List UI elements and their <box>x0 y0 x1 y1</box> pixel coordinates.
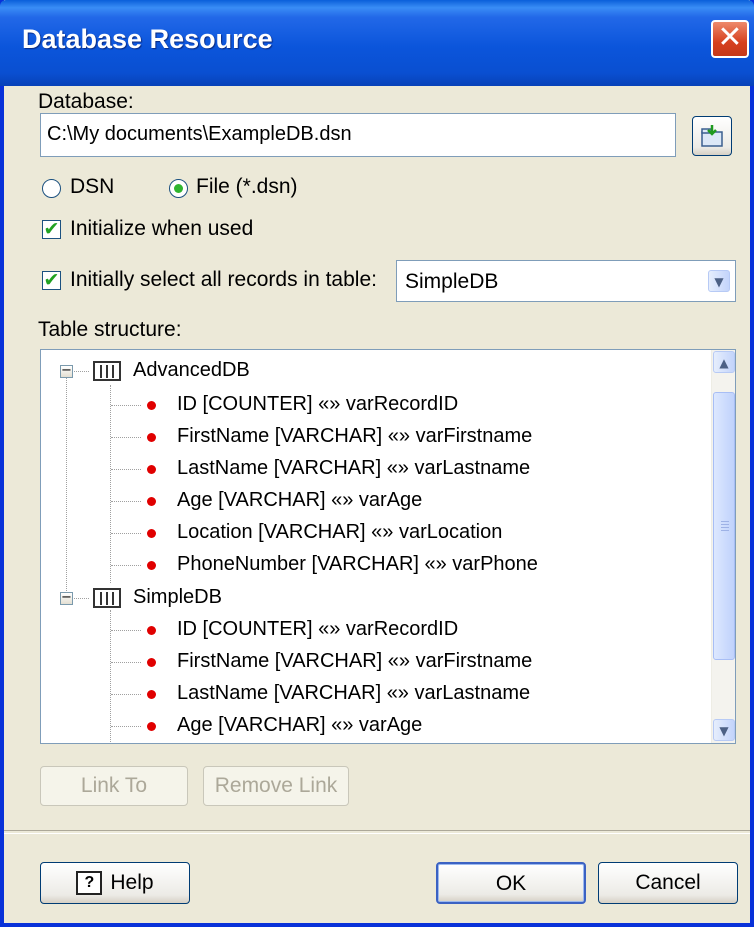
help-button-label: Help <box>110 871 154 894</box>
radio-selected-dot <box>174 184 183 193</box>
chevron-down-icon[interactable]: ▼ <box>708 270 730 292</box>
checkmark-icon: ✔ <box>43 269 60 291</box>
tree-guide-line <box>111 533 141 534</box>
collapse-simpledb-icon[interactable]: − <box>60 591 73 605</box>
tree-guide-line <box>111 469 141 470</box>
close-icon: ✕ <box>717 20 743 55</box>
tree-guide-line <box>71 371 89 372</box>
question-mark-icon: ? <box>76 871 103 896</box>
scrollbar-thumb[interactable] <box>713 392 735 660</box>
initially-select-label: Initially select all records in table: <box>70 268 377 291</box>
field-bullet-icon <box>147 401 156 410</box>
field-bullet-icon <box>147 561 156 570</box>
tree-field[interactable]: LastName [VARCHAR] «» varLastname <box>177 457 530 480</box>
field-bullet-icon <box>147 690 156 699</box>
file-radio-label: File (*.dsn) <box>196 175 298 198</box>
title-bar[interactable]: Database Resource ✕ <box>0 0 754 86</box>
initialize-checkbox[interactable]: ✔ <box>42 218 61 240</box>
file-radio[interactable] <box>169 179 188 198</box>
tree-guide-line <box>111 694 141 695</box>
tree-field[interactable]: ID [COUNTER] «» varRecordID <box>177 618 458 641</box>
scroll-down-icon[interactable]: ▼ <box>713 719 735 741</box>
field-bullet-icon <box>147 658 156 667</box>
database-path-input[interactable]: C:\My documents\ExampleDB.dsn <box>40 113 676 157</box>
database-path-value: C:\My documents\ExampleDB.dsn <box>47 123 352 145</box>
tree-guide-line <box>111 630 141 631</box>
tree-vertical-scrollbar[interactable]: ▲ ▼ <box>711 350 735 743</box>
initially-select-checkbox[interactable]: ✔ <box>42 269 61 291</box>
tree-field[interactable]: ID [COUNTER] «» varRecordID <box>177 393 458 416</box>
tree-field[interactable]: PhoneNumber [VARCHAR] «» varPhone <box>177 553 538 576</box>
tree-guide-line <box>111 501 141 502</box>
tree-guide-line <box>111 726 141 727</box>
open-folder-icon <box>701 125 723 147</box>
field-bullet-icon <box>147 465 156 474</box>
table-icon <box>93 588 121 608</box>
help-button[interactable]: ? Help <box>40 862 190 904</box>
tree-field[interactable]: FirstName [VARCHAR] «» varFirstname <box>177 425 532 448</box>
browse-button[interactable] <box>692 116 732 156</box>
tree-field[interactable]: Age [VARCHAR] «» varAge <box>177 489 422 512</box>
field-bullet-icon <box>147 722 156 731</box>
tree-field[interactable]: FirstName [VARCHAR] «» varFirstname <box>177 650 532 673</box>
window-title: Database Resource <box>22 24 273 54</box>
collapse-advanceddb-icon[interactable]: − <box>60 364 73 378</box>
tree-guide-line <box>66 377 67 597</box>
scroll-up-icon[interactable]: ▲ <box>713 351 735 373</box>
tree-field[interactable]: LastName [VARCHAR] «» varLastname <box>177 682 530 705</box>
table-structure-tree[interactable]: − AdvancedDB ID [COUNTER] «» varRecordID… <box>40 349 736 744</box>
tree-guide-line <box>111 662 141 663</box>
dsn-radio-label: DSN <box>70 175 115 198</box>
tree-guide-line <box>71 598 89 599</box>
field-bullet-icon <box>147 433 156 442</box>
tree-guide-line <box>111 437 141 438</box>
table-select-dropdown[interactable]: SimpleDB ▼ <box>396 260 736 302</box>
database-label: Database: <box>38 90 134 113</box>
link-to-button[interactable]: Link To <box>40 766 188 806</box>
tree-table-simpledb[interactable]: SimpleDB <box>133 586 222 609</box>
field-bullet-icon <box>147 626 156 635</box>
database-resource-dialog: Database Resource ✕ Database: C:\My docu… <box>0 0 754 927</box>
table-icon <box>93 361 121 381</box>
ok-button[interactable]: OK <box>436 862 586 904</box>
close-button[interactable]: ✕ <box>711 20 749 58</box>
separator <box>4 830 750 834</box>
checkmark-icon: ✔ <box>43 218 60 240</box>
tree-table-advanceddb[interactable]: AdvancedDB <box>133 359 250 382</box>
tree-field[interactable]: Location [VARCHAR] «» varLocation <box>177 521 502 544</box>
field-bullet-icon <box>147 529 156 538</box>
tree-field[interactable]: Age [VARCHAR] «» varAge <box>177 714 422 737</box>
table-structure-label: Table structure: <box>38 318 182 341</box>
cancel-button[interactable]: Cancel <box>598 862 738 904</box>
tree-guide-line <box>111 565 141 566</box>
tree-guide-line <box>110 385 111 583</box>
tree-guide-line <box>111 405 141 406</box>
initialize-label: Initialize when used <box>70 217 254 240</box>
field-bullet-icon <box>147 497 156 506</box>
dsn-radio[interactable] <box>42 179 61 198</box>
remove-link-button[interactable]: Remove Link <box>203 766 349 806</box>
table-select-value: SimpleDB <box>405 270 499 293</box>
